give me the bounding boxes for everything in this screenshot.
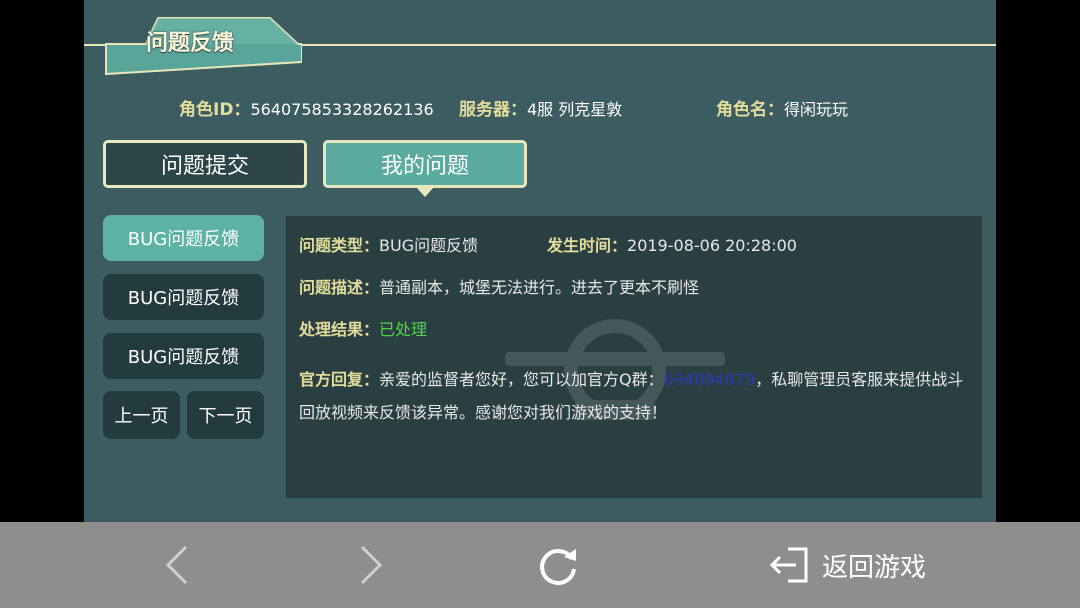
refresh-icon	[540, 548, 576, 585]
role-id-field: 角色ID：564075853328262136	[179, 95, 434, 120]
occur-time-value: 2019-08-06 20:28:00	[627, 236, 797, 255]
return-to-game-label: 返回游戏	[822, 552, 927, 583]
tab-my-questions[interactable]: 我的问题	[323, 140, 527, 188]
official-reply-text: 亲爱的监督者您好，您可以加官方Q群：	[379, 370, 664, 389]
return-to-game-button[interactable]: 返回游戏	[768, 522, 926, 608]
result-row: 处理结果：已处理	[299, 316, 427, 340]
question-type-row: 问题类型：BUG问题反馈	[299, 232, 478, 256]
role-name-label: 角色名：	[716, 100, 784, 120]
result-label: 处理结果：	[299, 320, 380, 339]
official-reply: 官方回复：亲爱的监督者您好，您可以加官方Q群：694894679，私聊管理员客服…	[299, 363, 979, 429]
description-value: 普通副本，城堡无法进行。进去了更本不刷怪	[379, 278, 700, 297]
occur-time-row: 发生时间：2019-08-06 20:28:00	[547, 232, 797, 256]
question-detail-panel: 问题类型：BUG问题反馈 发生时间：2019-08-06 20:28:00 问题…	[285, 215, 983, 499]
prev-page-button[interactable]: 上一页	[103, 391, 180, 439]
question-list-item[interactable]: BUG问题反馈	[103, 274, 264, 320]
question-list-item[interactable]: BUG问题反馈	[103, 215, 264, 261]
qq-group-number[interactable]: 694894679	[664, 370, 756, 389]
refresh-button[interactable]	[534, 522, 582, 608]
server-label: 服务器：	[459, 100, 527, 120]
server-field: 服务器：4服 列克星敦	[459, 95, 622, 120]
active-tab-pointer	[416, 187, 434, 197]
description-label: 问题描述：	[299, 278, 380, 297]
description-row: 问题描述：普通副本，城堡无法进行。进去了更本不刷怪	[299, 274, 699, 298]
exit-icon	[769, 547, 808, 583]
back-button[interactable]	[160, 522, 196, 608]
tab-submit-question[interactable]: 问题提交	[103, 140, 307, 188]
role-id-label: 角色ID：	[179, 100, 251, 120]
result-status: 已处理	[379, 320, 428, 339]
server-value: 4服 列克星敦	[527, 100, 623, 119]
occur-time-label: 发生时间：	[547, 236, 628, 255]
chevron-left-icon	[165, 545, 188, 585]
page-title: 问题反馈	[146, 31, 235, 56]
feedback-screen: 问题反馈 角色ID：564075853328262136 服务器：4服 列克星敦…	[0, 0, 1080, 608]
role-name-value: 得闲玩玩	[784, 100, 849, 119]
role-name-field: 角色名：得闲玩玩	[716, 95, 848, 120]
next-page-button[interactable]: 下一页	[187, 391, 264, 439]
role-id-value: 564075853328262136	[250, 100, 434, 119]
question-type-label: 问题类型：	[299, 236, 380, 255]
chevron-right-icon	[360, 545, 383, 585]
browser-bottom-bar: 返回游戏	[0, 522, 1080, 608]
question-list-item[interactable]: BUG问题反馈	[103, 333, 264, 379]
official-reply-label: 官方回复：	[299, 370, 380, 389]
forward-button[interactable]	[352, 522, 388, 608]
question-type-value: BUG问题反馈	[379, 236, 479, 255]
